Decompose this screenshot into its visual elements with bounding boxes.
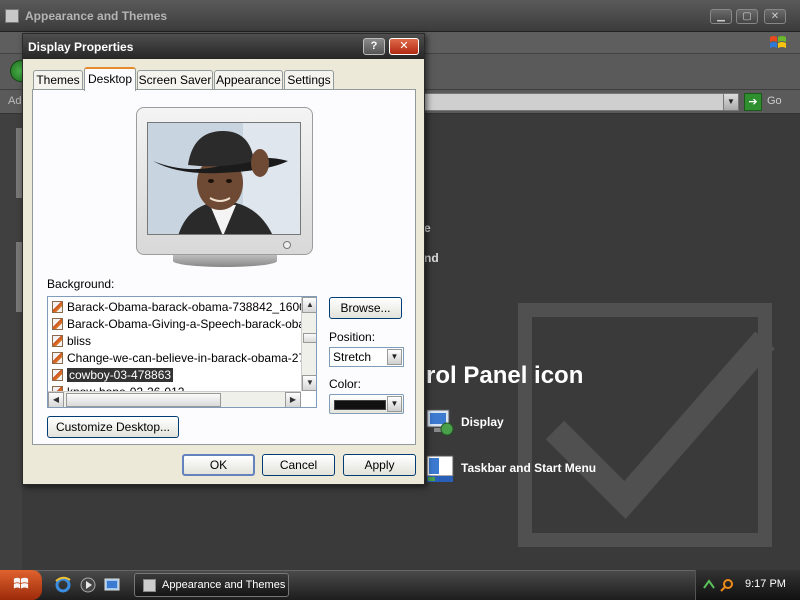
horizontal-scrollbar[interactable]: ◀ ▶ [48, 391, 301, 407]
position-label: Position: [329, 330, 376, 344]
folder-icon [143, 579, 156, 592]
windows-flag-icon [770, 36, 786, 48]
internet-explorer-icon[interactable] [54, 576, 72, 594]
cancel-button[interactable]: Cancel [262, 454, 335, 476]
list-item[interactable]: Barack-Obama-barack-obama-738842_1600_12 [52, 299, 302, 316]
background-label: Background: [47, 277, 115, 291]
windows-flag-icon [13, 577, 29, 589]
scroll-left-button[interactable]: ◀ [48, 392, 64, 407]
go-button[interactable]: ➔ Go [744, 93, 792, 111]
address-dropdown-button[interactable]: ▼ [723, 93, 739, 111]
image-file-icon [52, 301, 63, 313]
display-properties-dialog: Display Properties ? ✕ Themes Desktop Sc… [22, 33, 425, 485]
taskbar-link-label: Taskbar and Start Menu [461, 461, 597, 475]
dialog-title: Display Properties [28, 40, 134, 54]
start-button[interactable] [0, 570, 42, 600]
tab-screen-saver[interactable]: Screen Saver [137, 70, 213, 90]
bg-close-button[interactable]: ✕ [764, 9, 786, 24]
partial-link-text: e [424, 221, 431, 235]
image-file-icon [52, 369, 63, 381]
color-picker-button[interactable]: ▼ [329, 394, 404, 414]
minimize-button[interactable]: ▁ [710, 9, 732, 24]
wallpaper-preview [147, 122, 301, 235]
color-label: Color: [329, 377, 362, 391]
tab-settings[interactable]: Settings [284, 70, 334, 90]
apply-button[interactable]: Apply [343, 454, 416, 476]
network-icon[interactable] [702, 578, 716, 592]
list-item-selected[interactable]: cowboy-03-478863 [52, 367, 302, 384]
display-link-label: Display [461, 415, 504, 429]
partial-link-text: nd [424, 251, 439, 265]
list-item[interactable]: Change-we-can-believe-in-barack-obama-27… [52, 350, 302, 367]
chevron-down-icon[interactable]: ▼ [387, 349, 402, 365]
search-icon[interactable] [720, 578, 734, 592]
scroll-right-button[interactable]: ▶ [285, 392, 301, 407]
scroll-up-button[interactable]: ▲ [302, 297, 316, 313]
tab-themes[interactable]: Themes [33, 70, 83, 90]
display-link[interactable]: Display [425, 408, 545, 438]
maximize-button[interactable]: ▢ [736, 9, 758, 24]
monitor-preview [136, 107, 313, 255]
tab-desktop[interactable]: Desktop [84, 67, 136, 91]
dialog-titlebar[interactable]: Display Properties ? ✕ [23, 34, 424, 59]
go-arrow-icon: ➔ [744, 93, 762, 111]
portrait-photo [148, 123, 300, 234]
help-button[interactable]: ? [363, 38, 385, 55]
scroll-down-button[interactable]: ▼ [302, 375, 316, 391]
address-label: Ad [8, 95, 22, 107]
taskbar-start-menu-link[interactable]: Taskbar and Start Menu [425, 454, 605, 484]
background-listbox[interactable]: Barack-Obama-barack-obama-738842_1600_12… [47, 296, 317, 408]
display-icon [426, 409, 454, 436]
clock: 9:17 PM [745, 578, 786, 590]
taskbar-item-label: Appearance and Themes [162, 579, 286, 591]
image-file-icon [52, 352, 63, 364]
checkmark-watermark-icon [518, 303, 775, 547]
bg-window-title: Appearance and Themes [25, 9, 168, 23]
scroll-thumb-horizontal[interactable] [66, 393, 221, 407]
customize-desktop-button[interactable]: Customize Desktop... [47, 416, 179, 438]
color-swatch [334, 400, 386, 410]
monitor-stand [173, 255, 277, 267]
chevron-down-icon[interactable]: ▼ [387, 396, 402, 412]
taskbar-icon [426, 455, 454, 482]
position-value: Stretch [333, 350, 372, 364]
show-desktop-icon[interactable] [103, 576, 121, 594]
go-label: Go [767, 95, 782, 107]
folder-icon [5, 9, 19, 23]
vertical-scrollbar[interactable]: ▲ ▼ [301, 297, 316, 391]
dialog-close-button[interactable]: ✕ [389, 38, 419, 55]
browse-button[interactable]: Browse... [329, 297, 402, 319]
media-player-icon[interactable] [79, 576, 97, 594]
image-file-icon [52, 318, 63, 330]
taskbar-item-appearance-and-themes[interactable]: Appearance and Themes [134, 573, 289, 597]
list-item[interactable]: Barack-Obama-Giving-a-Speech-barack-obam… [52, 316, 302, 333]
address-input[interactable] [424, 93, 724, 111]
control-panel-icon-heading: rol Panel icon [426, 362, 584, 389]
scroll-thumb[interactable] [303, 333, 316, 343]
power-light-icon [283, 241, 291, 249]
tab-appearance[interactable]: Appearance [214, 70, 283, 90]
position-select[interactable]: Stretch ▼ [329, 347, 404, 367]
image-file-icon [52, 335, 63, 347]
ok-button[interactable]: OK [182, 454, 255, 476]
list-item[interactable]: bliss [52, 333, 302, 350]
